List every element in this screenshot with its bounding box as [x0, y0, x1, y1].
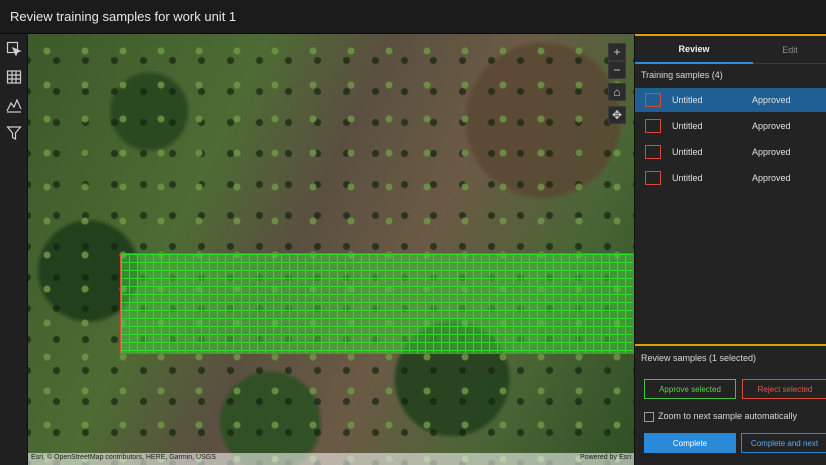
sample-swatch — [645, 145, 661, 159]
chart-line-icon[interactable] — [5, 96, 23, 114]
training-samples-heading: Training samples (4) — [641, 70, 723, 80]
filter-icon[interactable] — [5, 124, 23, 142]
attribution-text: Esri, © OpenStreetMap contributors, HERE… — [31, 454, 216, 461]
sample-row[interactable]: Untitled Approved — [635, 140, 826, 164]
pan-icon[interactable]: ✥ — [608, 106, 626, 124]
sample-status: Approved — [752, 121, 791, 131]
sample-swatch — [645, 93, 661, 107]
panel-tabs: Review Edit — [635, 36, 826, 64]
sample-name: Untitled — [672, 173, 703, 183]
window-title: Review training samples for work unit 1 — [10, 9, 237, 24]
tab-edit[interactable]: Edit — [753, 36, 826, 64]
sample-swatch — [645, 119, 661, 133]
sample-name: Untitled — [672, 95, 703, 105]
sample-status: Approved — [752, 173, 791, 183]
home-icon[interactable]: ⌂ — [608, 83, 626, 101]
imagery-texture — [28, 34, 634, 465]
zoom-next-label[interactable]: Zoom to next sample automatically — [658, 411, 797, 421]
attribute-table-icon[interactable] — [5, 68, 23, 86]
sample-status: Approved — [752, 147, 791, 157]
section-divider — [635, 344, 826, 346]
training-sample-polygon[interactable] — [120, 253, 634, 354]
review-panel: Review Edit Training samples (4) Untitle… — [634, 34, 826, 465]
select-features-icon[interactable] — [5, 40, 23, 58]
zoom-in-icon[interactable]: + — [608, 43, 626, 61]
tab-review[interactable]: Review — [635, 36, 753, 64]
sample-row[interactable]: Untitled Approved — [635, 166, 826, 190]
sample-row[interactable]: Untitled Approved — [635, 88, 826, 112]
sample-name: Untitled — [672, 147, 703, 157]
complete-button[interactable]: Complete — [644, 433, 736, 453]
sample-status: Approved — [752, 95, 791, 105]
sample-swatch — [645, 171, 661, 185]
zoom-out-icon[interactable]: − — [608, 61, 626, 79]
map-attribution: Esri, © OpenStreetMap contributors, HERE… — [28, 453, 634, 465]
powered-by-text[interactable]: Powered by Esri — [580, 454, 631, 461]
review-samples-heading: Review samples (1 selected) — [641, 353, 757, 363]
reject-selected-button[interactable]: Reject selected — [742, 379, 826, 399]
tool-rail — [0, 34, 28, 465]
sample-name: Untitled — [672, 121, 703, 131]
approve-selected-button[interactable]: Approve selected — [644, 379, 736, 399]
sample-row[interactable]: Untitled Approved — [635, 114, 826, 138]
map-view[interactable]: + − ⌂ ✥ — [28, 34, 634, 465]
complete-and-next-button[interactable]: Complete and next — [741, 433, 826, 453]
title-bar: Review training samples for work unit 1 — [0, 0, 826, 34]
zoom-next-checkbox[interactable] — [644, 412, 654, 422]
